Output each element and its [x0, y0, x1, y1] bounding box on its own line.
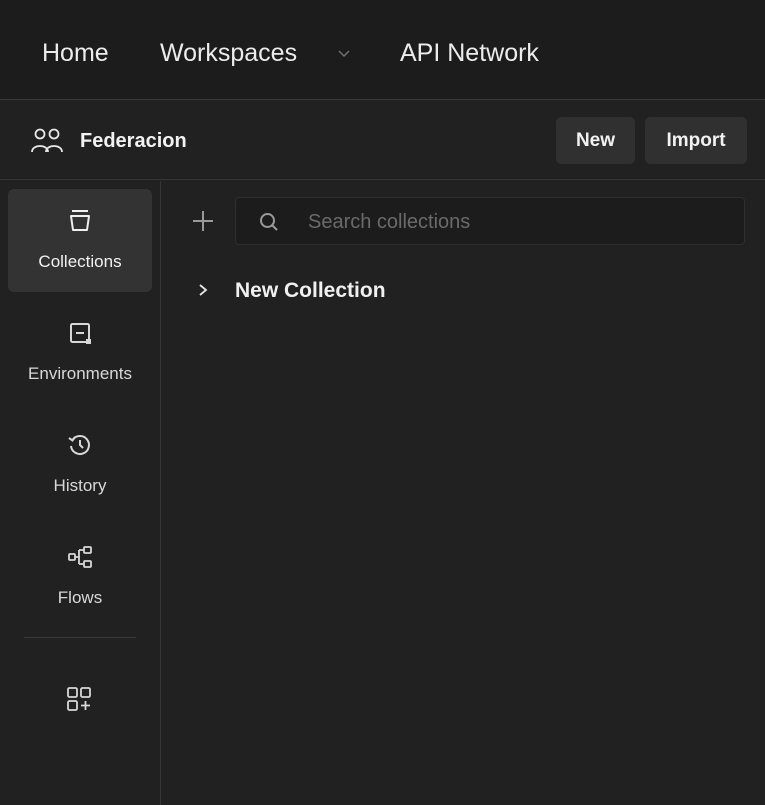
nav-home-link[interactable]: Home: [42, 38, 109, 68]
sidebar-item-flows[interactable]: Flows: [8, 525, 152, 628]
chevron-right-icon[interactable]: [196, 283, 210, 297]
nav-api-network-link[interactable]: API Network: [400, 38, 539, 68]
chevron-down-icon[interactable]: [336, 45, 352, 61]
team-icon: [31, 128, 63, 153]
collection-name[interactable]: New Collection: [235, 278, 386, 304]
import-button[interactable]: Import: [645, 117, 747, 164]
sidebar-item-label: Collections: [38, 252, 122, 271]
sidebar-item-collections[interactable]: Collections: [8, 189, 152, 292]
nav-workspaces-menu[interactable]: Workspaces: [160, 38, 297, 68]
search-icon: [260, 213, 278, 231]
sidebar-item-label: History: [53, 476, 107, 495]
sidebar-item-history[interactable]: History: [8, 413, 152, 516]
sidebar-item-label: Environments: [28, 364, 132, 383]
new-button[interactable]: New: [556, 117, 635, 164]
collections-icon: [70, 210, 90, 231]
sidebar-item-label: Flows: [57, 588, 103, 607]
top-navigation-bar: Home Workspaces API Network: [0, 0, 765, 100]
sidebar-item-environments[interactable]: Environments: [8, 301, 152, 404]
workspace-name[interactable]: Federacion: [80, 128, 187, 154]
flows-icon: [68, 546, 92, 568]
add-widget-icon[interactable]: [64, 684, 94, 714]
collection-row[interactable]: New Collection: [180, 270, 750, 310]
history-icon: [68, 435, 90, 455]
search-box: [235, 197, 745, 245]
sidebar-divider: [24, 637, 136, 638]
search-input[interactable]: [306, 204, 740, 240]
environments-icon: [70, 323, 91, 344]
plus-icon[interactable]: [190, 208, 216, 234]
